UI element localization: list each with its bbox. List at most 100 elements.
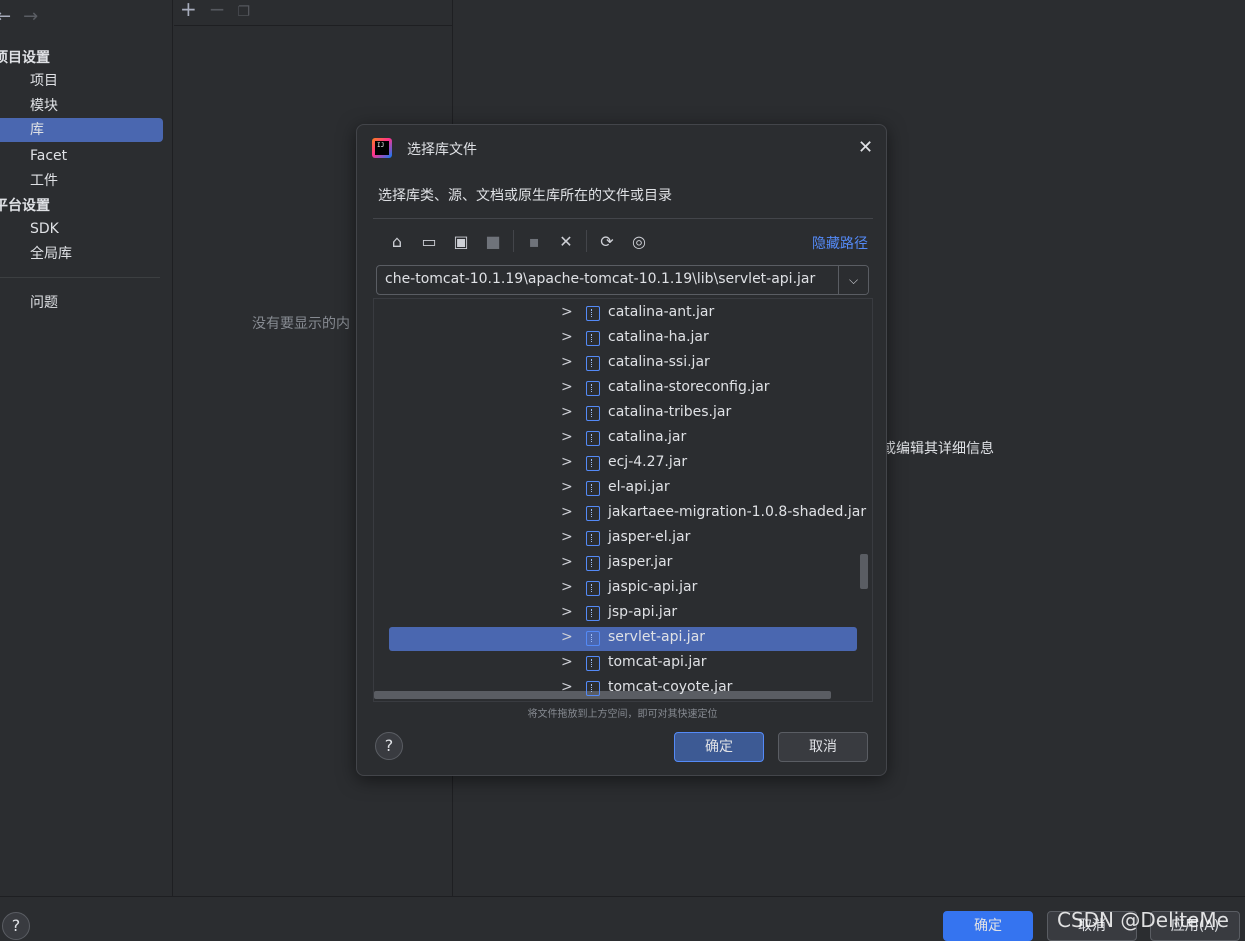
- path-input[interactable]: che-tomcat-10.1.19\apache-tomcat-10.1.19…: [376, 265, 869, 295]
- show-hidden-icon[interactable]: ◎: [627, 229, 651, 253]
- list-item[interactable]: > el-api.jar: [374, 476, 872, 501]
- module-folder-icon[interactable]: ■: [481, 229, 505, 253]
- chevron-right-icon[interactable]: >: [561, 304, 573, 320]
- jar-file-icon: [586, 506, 600, 521]
- jar-file-icon: [586, 356, 600, 371]
- file-name: ecj-4.27.jar: [608, 454, 688, 470]
- file-name: servlet-api.jar: [608, 629, 706, 645]
- chevron-right-icon[interactable]: >: [561, 329, 573, 345]
- hide-path-link[interactable]: 隐藏路径: [812, 233, 868, 253]
- dialog-ok-button[interactable]: 确定: [674, 732, 764, 762]
- chevron-right-icon[interactable]: >: [561, 629, 573, 645]
- chevron-right-icon[interactable]: >: [561, 504, 573, 520]
- file-name: catalina-ant.jar: [608, 304, 715, 320]
- intellij-logo-icon: IJ: [372, 138, 392, 158]
- file-name: catalina-storeconfig.jar: [608, 379, 770, 395]
- file-name: jasper.jar: [608, 554, 673, 570]
- jar-file-icon: [586, 306, 600, 321]
- refresh-icon[interactable]: ⟳: [595, 229, 619, 253]
- file-name: jakartaee-migration-1.0.8-shaded.jar: [608, 504, 867, 520]
- file-name: el-api.jar: [608, 479, 670, 495]
- file-name: jsp-api.jar: [608, 604, 678, 620]
- dialog-title: 选择库文件: [407, 142, 477, 158]
- jar-file-icon: [586, 631, 600, 646]
- chevron-right-icon[interactable]: >: [561, 404, 573, 420]
- ok-button[interactable]: 确定: [943, 911, 1033, 941]
- chevron-right-icon[interactable]: >: [561, 354, 573, 370]
- list-item[interactable]: > catalina-ha.jar: [374, 326, 872, 351]
- choose-library-dialog: IJ 选择库文件 ✕ 选择库类、源、文档或原生库所在的文件或目录 ⌂ ▭ ▣ ■…: [356, 124, 887, 776]
- copy-icon[interactable]: ❐: [238, 4, 251, 20]
- add-icon[interactable]: +: [180, 0, 197, 21]
- sidebar-item-facet[interactable]: Facet: [0, 144, 163, 168]
- sidebar-item-sdk[interactable]: SDK: [0, 217, 163, 241]
- detail-hint-text: 或编辑其详细信息: [882, 441, 994, 457]
- file-name: tomcat-coyote.jar: [608, 679, 733, 695]
- chevron-down-icon[interactable]: ⌵: [838, 266, 868, 294]
- jar-file-icon: [586, 681, 600, 696]
- help-icon[interactable]: ?: [2, 912, 30, 940]
- new-folder-icon[interactable]: ▪: [522, 229, 546, 253]
- chevron-right-icon[interactable]: >: [561, 654, 573, 670]
- section-platform-settings: 平台设置: [0, 198, 50, 214]
- sidebar-item-problems[interactable]: 问题: [0, 291, 163, 315]
- project-folder-icon[interactable]: ▣: [449, 229, 473, 253]
- jar-file-icon: [586, 656, 600, 671]
- chevron-right-icon[interactable]: >: [561, 554, 573, 570]
- section-project-settings: 项目设置: [0, 50, 50, 66]
- sidebar-item-libraries[interactable]: 库: [0, 118, 163, 142]
- list-item-selected[interactable]: > servlet-api.jar: [374, 626, 872, 651]
- file-name: jasper-el.jar: [608, 529, 691, 545]
- list-item[interactable]: > jakartaee-migration-1.0.8-shaded.jar: [374, 501, 872, 526]
- list-item[interactable]: > catalina-tribes.jar: [374, 401, 872, 426]
- jar-file-icon: [586, 456, 600, 471]
- close-icon[interactable]: ✕: [858, 138, 873, 158]
- remove-icon[interactable]: −: [209, 0, 226, 21]
- list-item[interactable]: > catalina.jar: [374, 426, 872, 451]
- desktop-icon[interactable]: ▭: [417, 229, 441, 253]
- toolbar-separator: [513, 230, 514, 252]
- sidebar-item-modules[interactable]: 模块: [0, 94, 163, 118]
- chevron-right-icon[interactable]: >: [561, 479, 573, 495]
- delete-icon[interactable]: ✕: [554, 229, 578, 253]
- arrow-left-icon[interactable]: ←: [0, 6, 11, 27]
- dialog-description: 选择库类、源、文档或原生库所在的文件或目录: [378, 188, 672, 204]
- jar-file-icon: [586, 381, 600, 396]
- list-item[interactable]: > catalina-ant.jar: [374, 301, 872, 326]
- path-input-value[interactable]: che-tomcat-10.1.19\apache-tomcat-10.1.19…: [385, 271, 815, 287]
- dialog-separator: [373, 218, 873, 219]
- chevron-right-icon[interactable]: >: [561, 454, 573, 470]
- jar-file-icon: [586, 556, 600, 571]
- dialog-cancel-button[interactable]: 取消: [778, 732, 868, 762]
- chevron-right-icon[interactable]: >: [561, 429, 573, 445]
- arrow-right-icon[interactable]: →: [23, 6, 38, 27]
- home-icon[interactable]: ⌂: [385, 229, 409, 253]
- jar-file-icon: [586, 581, 600, 596]
- chevron-right-icon[interactable]: >: [561, 379, 573, 395]
- list-item[interactable]: > tomcat-api.jar: [374, 651, 872, 676]
- file-tree[interactable]: > catalina-ant.jar > catalina-ha.jar > cata…: [373, 298, 873, 702]
- help-icon[interactable]: ?: [375, 732, 403, 760]
- jar-file-icon: [586, 431, 600, 446]
- jar-file-icon: [586, 531, 600, 546]
- chevron-right-icon[interactable]: >: [561, 604, 573, 620]
- list-item[interactable]: > jsp-api.jar: [374, 601, 872, 626]
- file-name: catalina-ssi.jar: [608, 354, 710, 370]
- chevron-right-icon[interactable]: >: [561, 579, 573, 595]
- chevron-right-icon[interactable]: >: [561, 529, 573, 545]
- list-item[interactable]: > catalina-ssi.jar: [374, 351, 872, 376]
- chevron-right-icon[interactable]: >: [561, 679, 573, 695]
- settings-sidebar: ← → 项目设置 项目 模块 库 Facet 工件 平台设置 SDK 全局库 问题: [0, 0, 173, 896]
- file-name: catalina.jar: [608, 429, 687, 445]
- list-item[interactable]: > ecj-4.27.jar: [374, 451, 872, 476]
- drag-drop-hint: 将文件拖放到上方空间，即可对其快速定位: [527, 709, 718, 720]
- list-item[interactable]: > jasper.jar: [374, 551, 872, 576]
- sidebar-item-artifacts[interactable]: 工件: [0, 169, 163, 193]
- list-item[interactable]: > jasper-el.jar: [374, 526, 872, 551]
- list-item[interactable]: > catalina-storeconfig.jar: [374, 376, 872, 401]
- list-item[interactable]: > jaspic-api.jar: [374, 576, 872, 601]
- sidebar-item-global-libraries[interactable]: 全局库: [0, 242, 163, 266]
- vertical-scrollbar[interactable]: [860, 554, 868, 589]
- horizontal-scrollbar[interactable]: [374, 691, 831, 699]
- sidebar-item-project[interactable]: 项目: [0, 69, 163, 93]
